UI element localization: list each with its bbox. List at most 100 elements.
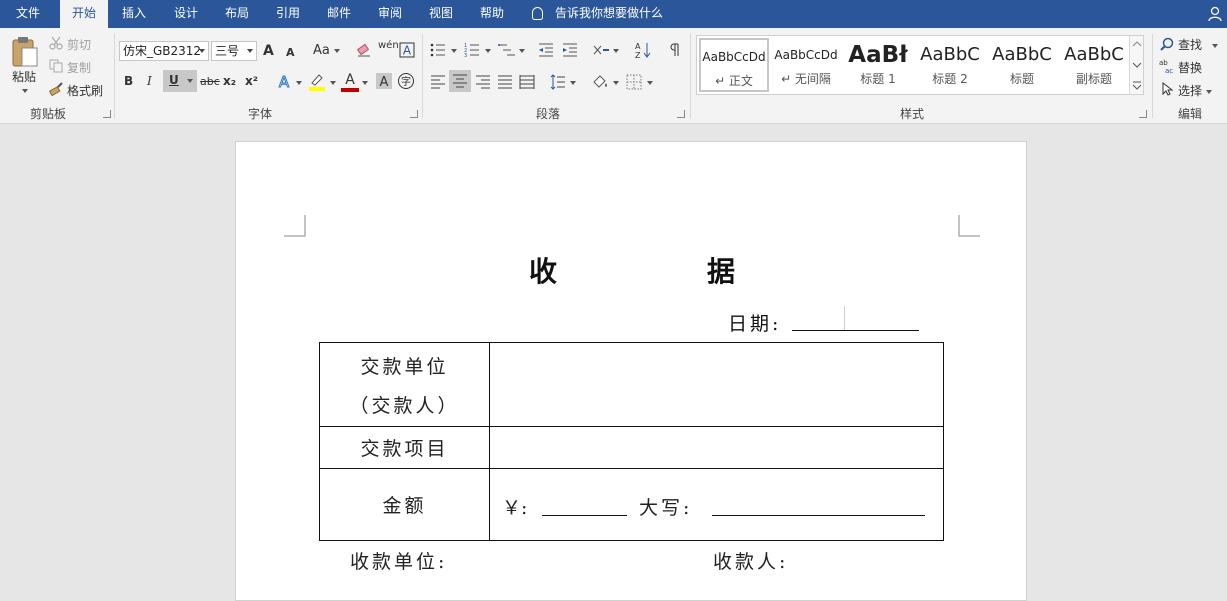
style-name: 标题 [1009,72,1034,86]
tab-review[interactable]: 审阅 [368,0,412,28]
replace-button[interactable]: 替换 [1178,59,1202,76]
cut-button[interactable]: 剪切 [67,36,91,53]
tab-insert[interactable]: 插入 [112,0,156,28]
borders-icon[interactable] [626,74,642,90]
sort-icon[interactable]: A Z [635,41,651,59]
chevron-down-icon[interactable] [330,81,336,85]
table-row: 金额 ￥: 大写: [319,468,944,541]
numbering-icon[interactable]: 1 2 3 [464,42,480,58]
font-family-value: 仿宋_GB2312 [123,44,202,58]
multilevel-list-icon[interactable] [498,42,516,58]
style-normal[interactable]: AaBbCcDd ↵ 正文 [699,38,769,92]
chevron-down-icon[interactable] [296,81,302,85]
enclose-characters-icon[interactable]: 字 [397,72,415,90]
tab-home[interactable]: 开始 [60,0,108,28]
style-no-spacing[interactable]: AaBbCcDd ↵ 无间隔 [771,38,841,92]
find-button[interactable]: 查找 [1178,36,1218,53]
chinese-layout-icon[interactable] [592,42,610,58]
select-cursor-icon [1162,82,1173,96]
shading-icon[interactable] [591,73,609,91]
italic-button[interactable]: I [147,74,152,88]
subscript-button[interactable]: x₂ [223,74,236,88]
select-button[interactable]: 选择 [1178,82,1212,99]
chevron-up-icon[interactable] [1132,40,1142,48]
copy-button[interactable]: 复制 [67,59,91,76]
chevron-down-icon[interactable] [613,81,619,85]
strikethrough-button[interactable]: abc [200,75,220,88]
daxie-blank[interactable] [712,493,925,516]
character-border-icon[interactable]: A [399,42,415,58]
change-case-button[interactable]: Aa [313,43,340,58]
chevron-down-icon[interactable] [1132,61,1142,69]
account-icon[interactable] [1208,6,1224,22]
paste-dropdown-icon[interactable] [22,89,28,93]
decrease-indent-icon[interactable] [538,42,554,58]
text-cursor [844,306,845,330]
style-sample: AaBł [848,42,908,68]
item-value-cell[interactable] [489,426,944,469]
style-title[interactable]: AaBbC 标题 [987,38,1057,92]
clipboard-launcher-icon[interactable] [103,110,111,118]
tab-help[interactable]: 帮助 [470,0,514,28]
align-center-button[interactable] [449,70,471,92]
more-styles-icon[interactable] [1132,80,1142,90]
chevron-down-icon[interactable] [451,49,457,53]
clear-formatting-icon[interactable] [356,42,372,58]
doc-title: 收据 [236,250,1028,290]
daxie-label: 大写: [639,497,693,519]
font-family-select[interactable]: 仿宋_GB2312 [119,41,209,61]
tab-design[interactable]: 设计 [164,0,208,28]
crop-mark-left [284,215,306,237]
paste-button[interactable]: 粘贴 [12,68,36,85]
date-blank[interactable] [792,308,919,331]
paragraph-launcher-icon[interactable] [677,110,685,118]
style-name: ↵ 无间隔 [781,72,831,86]
tab-references[interactable]: 引用 [266,0,310,28]
font-color-button[interactable]: A [341,72,359,92]
font-size-select[interactable]: 三号 [211,41,257,61]
tab-layout[interactable]: 布局 [215,0,259,28]
payer-value-cell[interactable] [489,342,944,427]
styles-scroll[interactable] [1129,36,1143,94]
tab-mailings[interactable]: 邮件 [317,0,361,28]
tab-view[interactable]: 视图 [419,0,463,28]
document-page[interactable]: 收据 日期: 交款单位 （交款人） 交款项目 金额 ￥: 大写: 收款单位: 收… [235,141,1027,601]
bold-button[interactable]: B [124,74,133,88]
bullets-icon[interactable] [430,42,446,58]
chevron-down-icon[interactable] [613,49,619,53]
character-shading-icon[interactable]: A [376,73,392,89]
font-launcher-icon[interactable] [410,110,418,118]
tab-file[interactable]: 文件 [0,0,56,28]
distributed-icon[interactable] [519,74,535,90]
show-marks-icon[interactable] [668,42,682,58]
styles-launcher-icon[interactable] [1139,110,1147,118]
style-heading-2[interactable]: AaBbC 标题 2 [915,38,985,92]
line-spacing-icon[interactable] [550,74,566,90]
shrink-font-button[interactable]: A [286,46,295,59]
style-subtitle[interactable]: AaBbC 副标题 [1059,38,1129,92]
chevron-down-icon[interactable] [570,81,576,85]
amount-label-cell: 金额 [319,468,490,541]
chevron-down-icon[interactable] [519,49,525,53]
paste-icon[interactable] [10,36,40,68]
underline-button[interactable]: U [163,70,197,92]
phonetic-guide-button[interactable]: wén [378,40,399,51]
grow-font-button[interactable]: A [263,43,274,59]
chevron-down-icon[interactable] [647,81,653,85]
highlight-icon[interactable] [307,72,327,92]
style-heading-1[interactable]: AaBł 标题 1 [843,38,913,92]
align-right-icon[interactable] [475,74,491,90]
superscript-button[interactable]: x² [245,74,258,88]
chevron-down-icon[interactable] [362,81,368,85]
align-left-icon[interactable] [430,74,446,90]
amount-value-cell[interactable]: ￥: 大写: [489,468,944,541]
payer-label: 交款单位 [360,355,449,378]
increase-indent-icon[interactable] [562,42,578,58]
tell-me-box[interactable]: 告诉我你想要做什么 [532,0,663,28]
chevron-down-icon[interactable] [485,49,491,53]
justify-icon[interactable] [497,74,513,90]
yen-blank[interactable] [542,493,627,516]
text-effects-icon[interactable]: A [276,72,294,91]
format-painter-button[interactable]: 格式刷 [67,82,103,99]
style-sample: AaBbC [1064,44,1124,65]
